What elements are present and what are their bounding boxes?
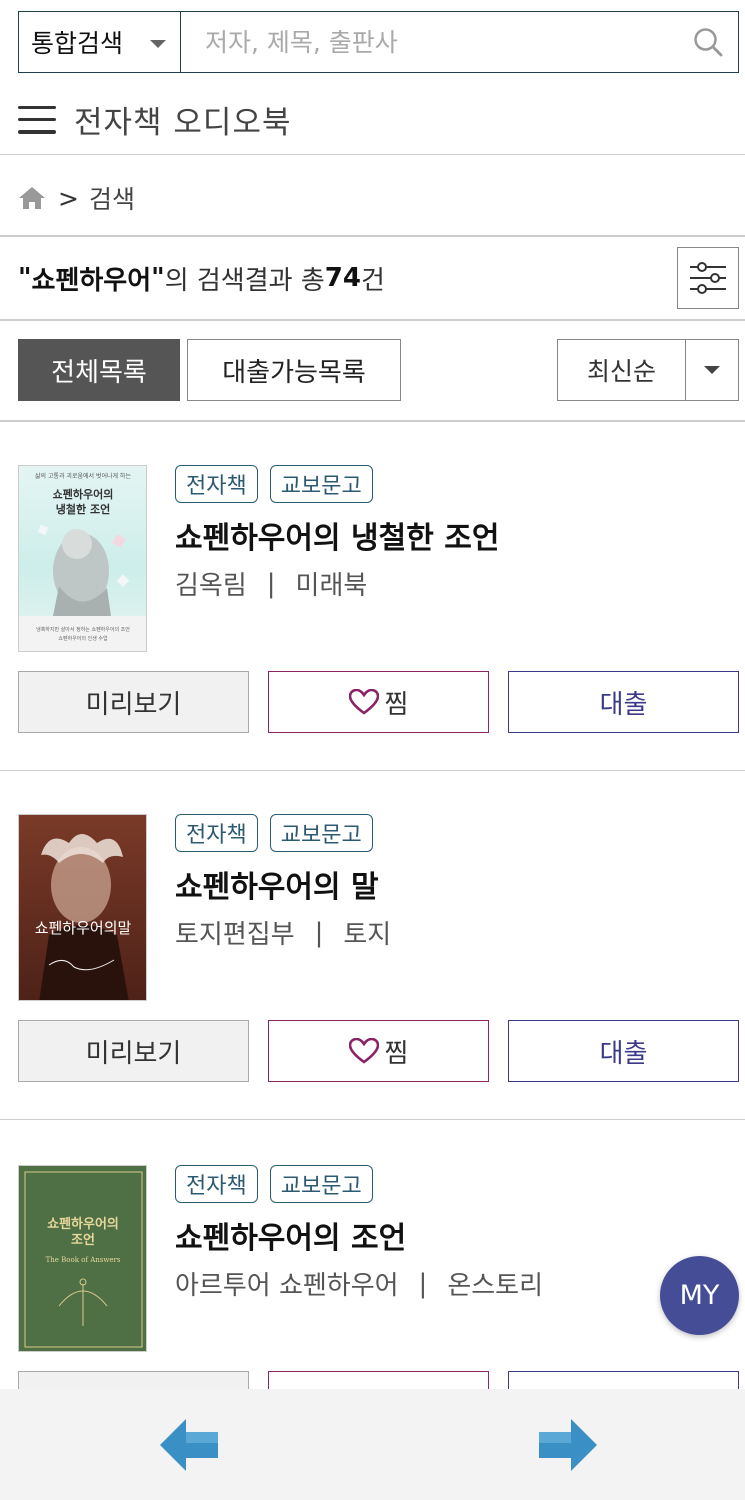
cover-title-text: 쇼펜하우어의말: [35, 919, 132, 937]
book-title[interactable]: 쇼펜하우어의 냉철한 조언: [175, 513, 500, 557]
borrow-button[interactable]: 대출: [508, 1020, 739, 1082]
result-quote-open: ": [18, 263, 32, 293]
wish-button[interactable]: 찜: [268, 671, 489, 733]
arrow-right-icon[interactable]: [535, 1417, 599, 1473]
svg-text:쇼펜하우어의 인생 수업: 쇼펜하우어의 인생 수업: [58, 635, 107, 642]
book-cover[interactable]: 삶의 고통과 괴로움에서 벗어나게 하는 쇼펜하우어의 냉철한 조언 냉혹하지만…: [18, 465, 147, 652]
search-scope-select[interactable]: 통합검색: [19, 12, 181, 72]
cover-subtitle: The Book of Answers: [46, 1256, 121, 1264]
heart-icon: [348, 689, 379, 715]
search-button[interactable]: [678, 12, 738, 72]
hamburger-icon[interactable]: [18, 105, 56, 134]
divider: [0, 235, 745, 237]
book-meta: 토지편집부 | 토지: [175, 914, 391, 951]
filter-button[interactable]: [677, 247, 739, 309]
book-publisher: 미래북: [295, 571, 368, 601]
divider: [0, 319, 745, 321]
type-badge: 전자책: [175, 465, 258, 503]
badge-group: 전자책 교보문고: [175, 814, 373, 852]
search-scope-label: 통합검색: [31, 29, 124, 58]
home-icon[interactable]: [18, 185, 46, 211]
svg-text:쇼펜하우어의: 쇼펜하우어의: [47, 1216, 119, 1232]
badge-group: 전자책 교보문고: [175, 1165, 373, 1203]
filter-icon: [690, 262, 726, 294]
book-item: 쇼펜하우어의말 전자책 교보문고 쇼펜하우어의 말 토지편집부 | 토지 미리보…: [0, 770, 745, 1120]
search-input[interactable]: [181, 12, 678, 72]
result-suffix: 건: [360, 265, 385, 296]
caret-down-icon: [150, 40, 166, 48]
wish-label: 찜: [384, 689, 409, 720]
tab-all-list[interactable]: 전체목록: [18, 339, 180, 401]
meta-separator: |: [266, 568, 276, 599]
book-author: 김옥림: [175, 571, 247, 601]
meta-separator: |: [418, 1268, 428, 1299]
type-badge: 전자책: [175, 1165, 258, 1203]
book-cover[interactable]: 쇼펜하우어의 조언 The Book of Answers: [18, 1165, 147, 1352]
book-author: 토지편집부: [175, 920, 295, 950]
tab-available-list[interactable]: 대출가능목록: [187, 339, 401, 401]
book-meta: 아르투어 쇼펜하우어 | 온스토리: [175, 1265, 543, 1302]
borrow-button[interactable]: 대출: [508, 671, 739, 733]
svg-text:조언: 조언: [71, 1232, 95, 1248]
breadcrumb-separator: >: [58, 183, 79, 213]
provider-badge: 교보문고: [269, 465, 373, 503]
sort-dropdown-button[interactable]: [686, 340, 738, 400]
bottom-nav-bar: [0, 1389, 745, 1500]
svg-text:쇼펜하우어의: 쇼펜하우어의: [53, 487, 114, 501]
book-author: 아르투어 쇼펜하우어: [175, 1271, 399, 1301]
book-title[interactable]: 쇼펜하우어의 조언: [175, 1213, 406, 1257]
book-cover[interactable]: 쇼펜하우어의말: [18, 814, 147, 1001]
provider-badge: 교보문고: [269, 1165, 373, 1203]
result-text: 의 검색결과 총: [164, 265, 325, 296]
search-icon: [694, 28, 723, 57]
arrow-left-icon[interactable]: [158, 1417, 222, 1473]
preview-button[interactable]: 미리보기: [18, 1020, 249, 1082]
wish-button[interactable]: 찜: [268, 1020, 489, 1082]
my-floating-button[interactable]: MY: [660, 1256, 739, 1335]
search-bar: 통합검색: [18, 11, 739, 73]
result-summary: " 쇼펜하우어 " 의 검색결과 총 74 건: [18, 258, 385, 298]
book-publisher: 토지: [343, 920, 392, 950]
result-quote-close: ": [151, 263, 165, 293]
provider-badge: 교보문고: [269, 814, 373, 852]
svg-text:냉철한 조언: 냉철한 조언: [56, 502, 110, 516]
breadcrumb: > 검색: [18, 178, 135, 218]
wish-label: 찜: [384, 1038, 409, 1069]
type-badge: 전자책: [175, 814, 258, 852]
svg-text:냉혹하지만 살아서 정하는 쇼펜하우어의 조언: 냉혹하지만 살아서 정하는 쇼펜하우어의 조언: [36, 626, 130, 633]
top-nav: 전자책 오디오북: [0, 85, 745, 155]
sort-label: 최신순: [558, 340, 686, 400]
preview-button[interactable]: 미리보기: [18, 671, 249, 733]
book-publisher: 온스토리: [447, 1271, 543, 1301]
meta-separator: |: [314, 917, 324, 948]
book-meta: 김옥림 | 미래북: [175, 565, 367, 602]
result-count: 74: [324, 263, 361, 293]
badge-group: 전자책 교보문고: [175, 465, 373, 503]
caret-down-icon: [704, 366, 720, 374]
breadcrumb-current: 검색: [88, 185, 135, 214]
heart-icon: [348, 1038, 379, 1064]
book-item: 삶의 고통과 괴로움에서 벗어나게 하는 쇼펜하우어의 냉철한 조언 냉혹하지만…: [0, 421, 745, 771]
result-keyword: 쇼펜하우어: [31, 265, 152, 296]
divider: [0, 1118, 745, 1120]
book-title[interactable]: 쇼펜하우어의 말: [175, 862, 379, 906]
nav-title[interactable]: 전자책 오디오북: [74, 97, 292, 142]
cover-tagline: 삶의 고통과 괴로움에서 벗어나게 하는: [35, 472, 131, 480]
sort-select[interactable]: 최신순: [557, 339, 739, 401]
